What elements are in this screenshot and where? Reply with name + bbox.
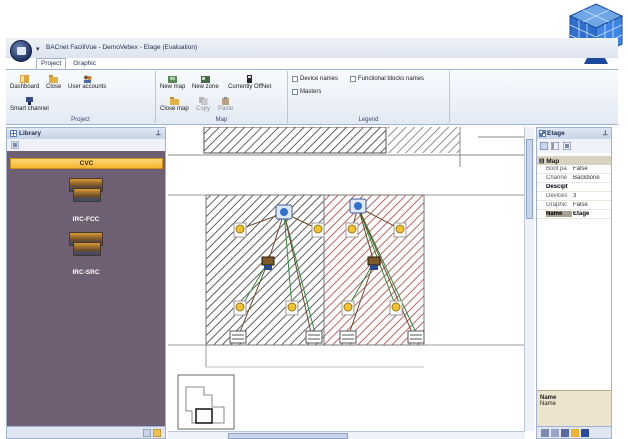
properties-toolbar: [537, 139, 611, 153]
quick-access-dropdown-icon[interactable]: ▾: [36, 45, 40, 53]
property-row[interactable]: Devices 3: [537, 192, 611, 201]
property-row[interactable]: Boot pa False: [537, 165, 611, 174]
property-row[interactable]: Channe Backbone: [537, 174, 611, 183]
fan-coil-icon[interactable]: [305, 330, 323, 344]
ribbon-group-map: New map New zone Currently OffNet Close …: [156, 71, 288, 123]
property-row-selected[interactable]: Name Etage: [537, 210, 611, 219]
ribbon-group-label: Project: [71, 117, 90, 123]
master-device-icon[interactable]: [275, 204, 293, 220]
pin-icon[interactable]: ⊥: [155, 129, 161, 137]
ribbon-group-label: Map: [215, 117, 228, 123]
irc-fcc-device-icon: [73, 188, 101, 202]
properties-footer: [537, 426, 611, 438]
folder-close-icon: [49, 75, 59, 83]
master-device-icon[interactable]: [349, 198, 367, 214]
categorized-icon[interactable]: [540, 142, 548, 150]
lightbulb-icon[interactable]: [285, 300, 299, 316]
property-description: Name Name: [537, 390, 611, 426]
smart-channel-icon: [25, 97, 33, 105]
property-category[interactable]: ⊟ Map: [537, 156, 611, 165]
new-map-icon: [168, 76, 178, 83]
users-icon: [83, 75, 92, 83]
lightbulb-icon[interactable]: [311, 222, 325, 238]
floor-plan-svg: [168, 127, 525, 430]
ribbon: Dashboard Close User accounts Smart chan…: [6, 69, 618, 125]
lightbulb-icon[interactable]: [389, 300, 403, 316]
fan-coil-icon[interactable]: [339, 330, 357, 344]
dashboard-button[interactable]: Dashboard: [10, 75, 39, 90]
top-room-zone[interactable]: [204, 127, 386, 153]
library-footer: [7, 426, 165, 438]
properties-header: Etage ⊥: [537, 128, 611, 139]
fan-coil-icon[interactable]: [407, 330, 425, 344]
tab-graphic[interactable]: Graphic: [68, 58, 101, 69]
new-map-button[interactable]: New map: [160, 75, 185, 90]
properties-panel: Etage ⊥ ⊟ Map Boot pa False Channe Backbon…: [536, 127, 612, 439]
library-item-irc-fcc[interactable]: IRC-FCC: [56, 216, 116, 223]
property-row[interactable]: Graphic False: [537, 201, 611, 210]
offnet-icon: [247, 75, 253, 83]
app-menu-button[interactable]: [10, 40, 32, 62]
pin-icon[interactable]: ⊥: [602, 129, 608, 137]
paste-icon: [222, 97, 230, 105]
minimap[interactable]: [177, 374, 235, 430]
library-toolbar: [7, 139, 165, 151]
properties-icon[interactable]: [11, 141, 19, 149]
close-project-button[interactable]: Close: [46, 75, 61, 90]
ribbon-group-project: Dashboard Close User accounts Smart chan…: [6, 71, 156, 123]
new-zone-icon: [200, 76, 210, 83]
lightbulb-icon[interactable]: [233, 222, 247, 238]
lightbulb-icon[interactable]: [341, 300, 355, 316]
dashboard-icon: [20, 75, 30, 83]
copy-button[interactable]: Copy: [196, 97, 210, 112]
irc-src-device-icon: [73, 242, 101, 256]
map-vertical-scrollbar[interactable]: [524, 127, 534, 431]
functional-blocks-names-checkbox[interactable]: Functional blocks names: [350, 76, 424, 82]
library-folder-icon[interactable]: [153, 429, 161, 437]
ribbon-group-label: Legend: [358, 117, 379, 123]
library-view-icon[interactable]: [143, 429, 151, 437]
property-pages-icon[interactable]: [563, 142, 571, 150]
close-map-button[interactable]: Close map: [160, 97, 189, 112]
properties-grid-icon: [539, 130, 546, 137]
sort-alpha-icon[interactable]: [551, 142, 559, 150]
library-grid-icon: [10, 130, 17, 137]
smart-channel-button[interactable]: Smart channel: [10, 97, 49, 112]
device-names-checkbox[interactable]: Device names: [292, 76, 338, 82]
ribbon-tabs: Project Graphic: [36, 58, 101, 69]
scroll-thumb[interactable]: [526, 139, 533, 219]
library-category-cvc[interactable]: CVC: [10, 158, 163, 169]
top-right-zone[interactable]: [388, 127, 460, 153]
lightbulb-icon[interactable]: [233, 300, 247, 316]
tab-project[interactable]: Project: [36, 58, 67, 69]
footer-tool-icon[interactable]: [541, 429, 591, 437]
ribbon-group-legend: Device names Masters Functional blocks n…: [288, 71, 450, 123]
paste-button[interactable]: Paste: [218, 97, 233, 112]
new-zone-button[interactable]: New zone: [192, 75, 219, 90]
app-window: ▾ BACnet FaciliVue - DemoVebex - Etage (…: [0, 0, 628, 439]
currently-offnet-button[interactable]: Currently OffNet: [228, 75, 271, 90]
scroll-thumb[interactable]: [228, 433, 348, 439]
window-title: BACnet FaciliVue - DemoVebex - Etage (Ev…: [46, 44, 198, 51]
copy-icon: [198, 97, 207, 105]
fan-coil-icon[interactable]: [229, 330, 247, 344]
map-canvas[interactable]: [168, 127, 525, 431]
user-accounts-button[interactable]: User accounts: [68, 75, 106, 90]
folder-close-icon: [169, 97, 179, 105]
lightbulb-icon[interactable]: [393, 222, 407, 238]
library-item-irc-src[interactable]: IRC-SRC: [56, 269, 116, 276]
map-horizontal-scrollbar[interactable]: [168, 431, 525, 439]
lightbulb-icon[interactable]: [345, 222, 359, 238]
library-header: Library ⊥: [7, 128, 165, 139]
library-panel: Library ⊥ CVC IRC-FCC IRC-SRC: [6, 127, 166, 439]
masters-checkbox[interactable]: Masters: [292, 89, 321, 95]
property-row[interactable]: Descipt: [537, 183, 611, 192]
